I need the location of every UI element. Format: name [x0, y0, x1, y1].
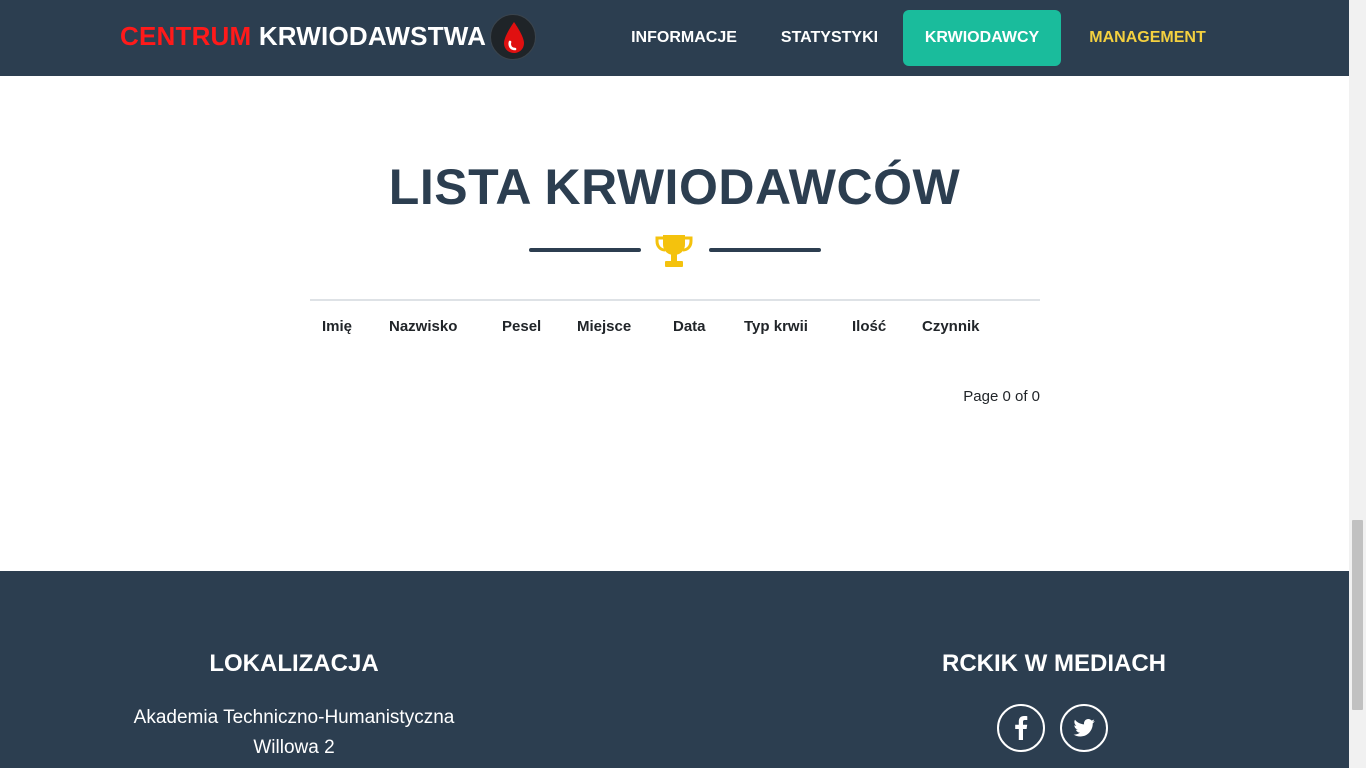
address-line-2: Willowa 2: [253, 737, 335, 758]
footer-address: Akademia Techniczno-Humanistyczna Willow…: [94, 703, 494, 763]
brand-link[interactable]: CENTRUM KRWIODAWSTWA: [120, 19, 486, 53]
address-line-1: Akademia Techniczno-Humanistyczna: [133, 707, 455, 728]
column-header-miejsce[interactable]: Miejsce: [577, 318, 631, 335]
column-header-ilosc[interactable]: Ilość: [852, 318, 886, 335]
divider-line-left: [529, 248, 641, 252]
footer-location: LOKALIZACJA Akademia Techniczno-Humanist…: [94, 649, 494, 763]
trophy-icon: [654, 232, 694, 270]
page-title: LISTA KRWIODAWCÓW: [388, 159, 961, 215]
column-header-data[interactable]: Data: [673, 318, 706, 335]
nav-management[interactable]: MANAGEMENT: [1085, 10, 1210, 66]
page: CENTRUM KRWIODAWSTWA INFORMACJE STATYSTY…: [0, 0, 1349, 768]
footer-media-title: RCKIK W MEDIACH: [942, 650, 1166, 677]
pagination-info: Page 0 of 0: [963, 388, 1040, 405]
brand-centrum: CENTRUM: [120, 21, 252, 51]
navbar: CENTRUM KRWIODAWSTWA INFORMACJE STATYSTY…: [0, 0, 1349, 76]
scrollbar-thumb[interactable]: [1352, 520, 1363, 710]
donors-table: Imię Nazwisko Pesel Miejsce Data Typ krw…: [310, 299, 1040, 335]
nav-informacje[interactable]: INFORMACJE: [628, 10, 740, 66]
vertical-scrollbar[interactable]: [1349, 0, 1366, 768]
nav-statystyki[interactable]: STATYSTYKI: [780, 10, 879, 66]
facebook-icon[interactable]: [997, 704, 1045, 752]
column-header-pesel[interactable]: Pesel: [502, 318, 541, 335]
blood-drop-icon[interactable]: [490, 14, 536, 60]
column-header-imie[interactable]: Imię: [322, 318, 352, 335]
column-header-typ-krwii[interactable]: Typ krwii: [744, 318, 808, 335]
nav-krwiodawcy[interactable]: KRWIODAWCY: [903, 10, 1061, 66]
column-header-nazwisko[interactable]: Nazwisko: [389, 318, 457, 335]
brand-krwiodawstwa: KRWIODAWSTWA: [258, 21, 487, 51]
column-header-czynnik[interactable]: Czynnik: [922, 318, 980, 335]
footer-media: RCKIK W MEDIACH: [854, 649, 1254, 679]
divider-line-right: [709, 248, 821, 252]
twitter-icon[interactable]: [1060, 704, 1108, 752]
footer-location-title: LOKALIZACJA: [209, 650, 379, 677]
footer: LOKALIZACJA Akademia Techniczno-Humanist…: [0, 571, 1349, 768]
